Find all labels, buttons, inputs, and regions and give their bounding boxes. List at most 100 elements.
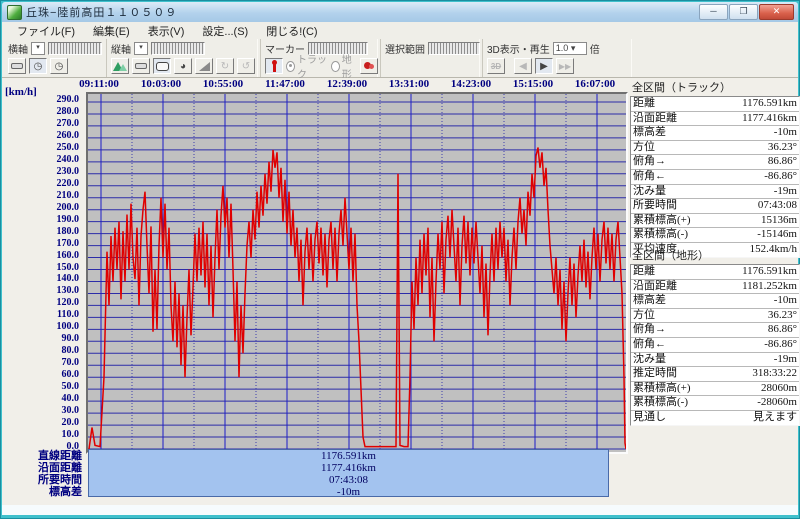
title-bar[interactable]: 丘珠−陸前高田１１０５０９ ─ ❐ ✕ xyxy=(2,2,798,22)
summary-row-label: 推定時間 xyxy=(633,367,677,380)
x-tick-label: 14:23:00 xyxy=(450,78,492,90)
time-axis-labels: 09:11:00 10:03:00 10:55:00 11:47:00 12:39:00… xyxy=(79,78,624,91)
menu-item-0[interactable]: ファイル(F) xyxy=(8,22,84,40)
x-tick-label: 11:47:00 xyxy=(265,78,305,90)
summary-row: 標高差 -10m xyxy=(631,294,799,309)
summary-row-value: -19m xyxy=(773,184,797,197)
x-tick-label: 13:31:00 xyxy=(388,78,430,90)
step-forward-button[interactable]: ▶▶ xyxy=(556,58,574,74)
slope-triangle-icon xyxy=(198,61,210,71)
bottom-info-label: 沿面距離 xyxy=(38,462,82,474)
bottom-info-value: -10m xyxy=(336,486,361,498)
marker-icon xyxy=(271,60,278,72)
menu-item-4[interactable]: 閉じる!(C) xyxy=(257,22,326,40)
haxis-zoom-slider[interactable] xyxy=(48,41,102,55)
summary-row-value: -28060m xyxy=(757,396,797,409)
close-button[interactable]: ✕ xyxy=(759,4,794,20)
maximize-button[interactable]: ❐ xyxy=(729,4,758,20)
summary-row-value: 86.86° xyxy=(767,323,797,336)
haxis-combo-icon[interactable]: ▾ xyxy=(31,41,45,55)
gauge-button[interactable]: ◕ xyxy=(174,58,192,74)
summary-row-value: 1181.252km xyxy=(742,279,797,292)
playback-speed-select[interactable]: 1.0 ▾ xyxy=(552,41,587,55)
y-tick-label: 280.0 xyxy=(56,105,80,117)
vertical-axis-group: 縦軸 ▾ ◕ ↻ ↺ xyxy=(106,39,258,77)
speed-graph-button[interactable] xyxy=(153,58,171,74)
y-tick-label: 40.0 xyxy=(61,393,80,405)
marker-color-button[interactable] xyxy=(360,58,378,74)
bottom-info-label: 標高差 xyxy=(49,486,82,498)
bottom-info-box: 1176.591km 1177.416km 07:43:08 -10m xyxy=(88,449,609,498)
horizontal-axis-group: 横軸 ▾ ◷ ◷ xyxy=(4,39,106,77)
y-tick-label: 190.0 xyxy=(56,213,80,225)
time-axis2-button[interactable]: ◷ xyxy=(50,58,68,74)
vaxis-zoom-slider[interactable] xyxy=(151,41,205,55)
bottom-info-labels: 直線距離 沿面距離 所要時間 標高差 xyxy=(2,450,82,498)
marker-button[interactable] xyxy=(265,58,283,74)
step-back-button[interactable]: ◀ xyxy=(514,58,532,74)
view-3d-button[interactable]: 3D xyxy=(487,58,505,74)
selection-range-label: 選択範囲 xyxy=(385,44,425,56)
time-axis-button[interactable]: ◷ xyxy=(29,58,47,74)
summary-row-label: 俯角← xyxy=(633,337,666,350)
y-tick-label: 220.0 xyxy=(56,177,80,189)
menu-item-1[interactable]: 編集(E) xyxy=(84,22,139,40)
y-tick-label: 120.0 xyxy=(56,297,80,309)
summary-row-label: 方位 xyxy=(633,140,655,153)
clock2-icon: ◷ xyxy=(54,60,64,72)
summary-row-label: 沈み量 xyxy=(633,352,666,365)
radio-circle-icon xyxy=(330,60,340,72)
terrain-radio[interactable]: 地形 xyxy=(330,51,357,81)
vaxis-combo-icon[interactable]: ▾ xyxy=(134,41,148,55)
distance-axis-button[interactable] xyxy=(8,58,26,74)
speed-axis-labels: 290.0 280.0 270.0 260.0 250.0 240.0 230.0 220.0… xyxy=(32,92,82,452)
radio-dot-icon xyxy=(286,60,295,72)
y-tick-label: 50.0 xyxy=(61,381,80,393)
summary-row-label: 距離 xyxy=(633,265,655,277)
y-tick-label: 90.0 xyxy=(61,333,80,345)
summary-row-label: 累積標高(-) xyxy=(633,396,688,409)
y-tick-label: 80.0 xyxy=(61,345,80,357)
menu-item-3[interactable]: 設定...(S) xyxy=(193,22,257,40)
summary-row-value: 36.23° xyxy=(767,140,797,153)
rotate-ccw-button[interactable]: ↺ xyxy=(237,58,255,74)
summary-row-value: 見えます xyxy=(753,410,797,423)
playback-label: 3D表示・再生 xyxy=(487,44,550,56)
elevation-button[interactable] xyxy=(111,58,129,74)
selection-range-slider[interactable] xyxy=(428,41,480,55)
summary-row: 俯角← -86.86° xyxy=(631,170,799,185)
track-radio[interactable]: トラック xyxy=(286,51,328,81)
summary-row: 俯角→ 86.86° xyxy=(631,323,799,338)
menu-item-2[interactable]: 表示(V) xyxy=(139,22,194,40)
summary-row: 沿面距離 1181.252km xyxy=(631,280,799,295)
summary-row-value: 1177.416km xyxy=(742,111,797,124)
summary-row: 俯角→ 86.86° xyxy=(631,155,799,170)
y-tick-label: 160.0 xyxy=(56,249,80,261)
app-window: 丘珠−陸前高田１１０５０９ ─ ❐ ✕ ファイル(F) 編集(E) 表示(V) 設定.… xyxy=(0,0,800,519)
y-tick-label: 70.0 xyxy=(61,357,80,369)
rotate-cw-button[interactable]: ↻ xyxy=(216,58,234,74)
flat-graph-button[interactable] xyxy=(132,58,150,74)
terrain-summary-panel: 全区間（地形） 距離 1176.591km 沿面距離 1181.252km 標高差 -10… xyxy=(630,248,800,426)
y-tick-label: 240.0 xyxy=(56,153,80,165)
track-radio-label: トラック xyxy=(296,55,327,81)
summary-row-label: 累積標高(-) xyxy=(633,228,688,241)
slope-button[interactable] xyxy=(195,58,213,74)
summary-row-label: 方位 xyxy=(633,308,655,321)
summary-row: 沈み量 -19m xyxy=(631,353,799,368)
x-tick-label: 10:55:00 xyxy=(202,78,244,90)
summary-row: 推定時間 318:33:22 xyxy=(631,367,799,382)
y-tick-label: 290.0 xyxy=(56,94,80,105)
playback-group: 3D表示・再生 1.0 ▾ 倍 3D ◀ ▶ ▶▶ xyxy=(482,39,632,77)
summary-row: 累積標高(+) 15136m xyxy=(631,214,799,229)
minimize-button[interactable]: ─ xyxy=(699,4,728,20)
summary-row-value: -86.86° xyxy=(764,337,797,350)
x-tick-label: 12:39:00 xyxy=(326,78,368,90)
play-button[interactable]: ▶ xyxy=(535,58,553,74)
summary-row-value: -19m xyxy=(773,352,797,365)
y-tick-label: 100.0 xyxy=(56,321,80,333)
speed-time-chart[interactable] xyxy=(86,92,628,454)
y-tick-label: 140.0 xyxy=(56,273,80,285)
summary-row-value: 1176.591km xyxy=(742,97,797,109)
summary-row-label: 距離 xyxy=(633,97,655,109)
